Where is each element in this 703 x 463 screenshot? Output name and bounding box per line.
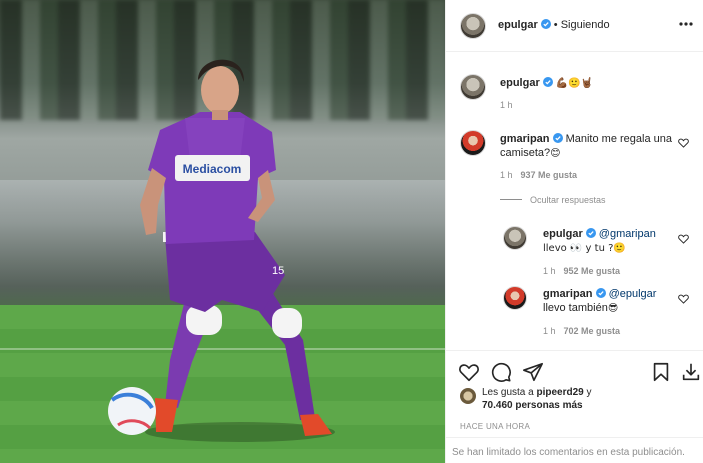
comment-like-heart-icon[interactable]: [678, 138, 689, 148]
share-icon[interactable]: [522, 361, 544, 383]
comment: gmaripan Manito me regala una camiseta?😊: [500, 132, 675, 161]
likes-connector: y: [583, 387, 592, 398]
jersey-number: 15: [272, 265, 284, 277]
reply-text: llevo también: [543, 302, 608, 314]
comment-time: 1 h: [500, 170, 513, 180]
caption: epulgar 💪🏾🙂🤘🏾: [500, 76, 593, 91]
reply: epulgar @gmaripan llevo 👀 y tu ?🙂: [543, 227, 673, 256]
header-user: epulgar • Siguiendo: [498, 19, 610, 31]
player-illustration: Mediacom 15: [108, 59, 335, 442]
post-side-panel: epulgar • Siguiendo epulgar 💪🏾🙂🤘🏾 1 h gm…: [445, 0, 703, 463]
comment-icon[interactable]: [490, 361, 512, 383]
heart-icon[interactable]: [458, 361, 480, 383]
follow-status[interactable]: • Siguiendo: [554, 19, 610, 31]
reply-meta: 1 h 952 Me gusta: [543, 266, 620, 276]
comments-limited-notice: Se han limitado los comentarios en esta …: [446, 437, 703, 463]
reply-likes[interactable]: 702 Me gusta: [564, 326, 621, 336]
post-header: epulgar • Siguiendo: [446, 0, 703, 52]
likes-text: Les gusta a pipeerd29 y 70.460 personas …: [482, 386, 692, 412]
comment-emoji: 😊: [550, 148, 561, 159]
reply-like-heart-icon[interactable]: [678, 234, 689, 244]
post-photo[interactable]: Mediacom 15: [0, 0, 445, 463]
liker-avatar[interactable]: [460, 388, 476, 404]
likes-others-count[interactable]: 70.460 personas más: [482, 400, 583, 411]
reply-text: llevo 👀 y tu ?: [543, 243, 614, 254]
comment-username[interactable]: gmaripan: [500, 133, 550, 145]
reply-meta: 1 h 702 Me gusta: [543, 326, 620, 336]
caption-username[interactable]: epulgar: [500, 77, 540, 89]
reply-emoji: 😎: [607, 303, 619, 314]
verified-badge-icon: [552, 133, 563, 143]
commenter-avatar[interactable]: [460, 130, 486, 156]
comment-likes[interactable]: 937 Me gusta: [521, 170, 578, 180]
reply-mention-link[interactable]: @epulgar: [609, 288, 657, 300]
author-username[interactable]: epulgar: [498, 19, 538, 31]
verified-badge-icon: [540, 19, 551, 29]
caption-avatar[interactable]: [460, 74, 486, 100]
author-avatar[interactable]: [460, 13, 486, 39]
reply-likes[interactable]: 952 Me gusta: [564, 266, 621, 276]
liker-username[interactable]: pipeerd29: [536, 387, 583, 398]
caption-time: 1 h: [500, 100, 513, 110]
reply-emoji: 🙂: [613, 243, 626, 254]
jersey-sponsor-text: Mediacom: [183, 162, 242, 176]
verified-badge-icon: [542, 77, 553, 87]
verified-badge-icon: [585, 228, 596, 238]
reply-avatar[interactable]: [503, 286, 527, 310]
reply-mention-link[interactable]: @gmaripan: [599, 228, 656, 240]
hide-replies-toggle[interactable]: Ocultar respuestas: [500, 195, 606, 205]
reply-username[interactable]: gmaripan: [543, 288, 593, 300]
reply: gmaripan @epulgar llevo también😎: [543, 287, 673, 316]
verified-badge-icon: [595, 288, 606, 298]
bookmark-icon[interactable]: [650, 361, 672, 383]
comments-list: epulgar 💪🏾🙂🤘🏾 1 h gmaripan Manito me reg…: [446, 52, 703, 350]
action-bar: [446, 350, 703, 390]
more-options-icon[interactable]: [678, 18, 694, 30]
replies-line-divider: [500, 199, 522, 200]
reply-time: 1 h: [543, 326, 556, 336]
reply-like-heart-icon[interactable]: [678, 294, 689, 304]
caption-text: 💪🏾🙂🤘🏾: [555, 78, 594, 89]
reply-username[interactable]: epulgar: [543, 228, 583, 240]
reply-avatar[interactable]: [503, 226, 527, 250]
post-timestamp[interactable]: HACE UNA HORA: [460, 422, 530, 431]
reply-time: 1 h: [543, 266, 556, 276]
download-icon[interactable]: [680, 361, 702, 383]
hide-replies-label: Ocultar respuestas: [530, 195, 606, 205]
comment-meta: 1 h 937 Me gusta: [500, 170, 577, 180]
likes-prefix: Les gusta a: [482, 387, 537, 398]
